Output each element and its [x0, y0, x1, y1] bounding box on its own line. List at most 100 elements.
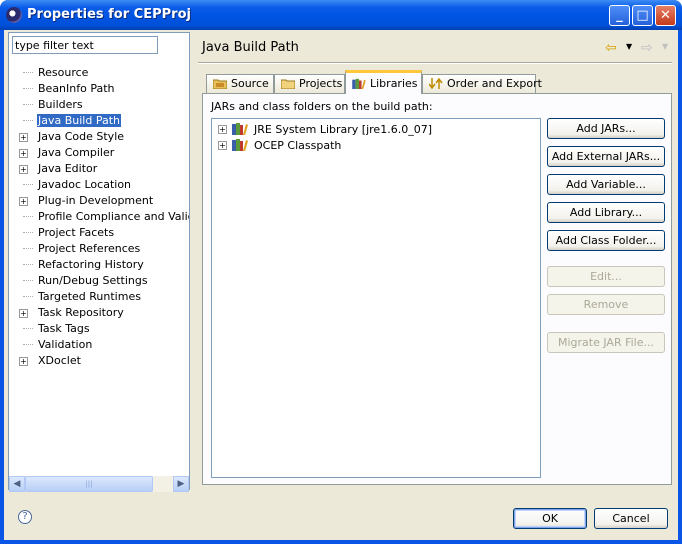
tree-item-label: Task Tags	[38, 322, 90, 335]
tab-label: Libraries	[370, 77, 418, 90]
expand-icon[interactable]: +	[19, 149, 28, 158]
library-tree[interactable]: + JRE System Library [jre1.6.0_07] + OCEP C…	[211, 118, 541, 478]
help-icon[interactable]: ?	[18, 510, 32, 524]
expand-icon[interactable]: +	[19, 197, 28, 206]
tree-item-label: Refactoring History	[38, 258, 144, 271]
filter-input[interactable]	[12, 36, 158, 54]
tree-item[interactable]: Java Build Path	[9, 113, 189, 129]
tree-item[interactable]: Task Tags	[9, 321, 189, 337]
tree-item[interactable]: BeanInfo Path	[9, 81, 189, 97]
tree-connector	[23, 248, 33, 249]
tree-item-label: Run/Debug Settings	[38, 274, 148, 287]
window-title: Properties for CEPProj	[27, 7, 191, 22]
expand-icon[interactable]: +	[218, 141, 227, 150]
tree-item[interactable]: Javadoc Location	[9, 177, 189, 193]
tree-item[interactable]: Project References	[9, 241, 189, 257]
add-jars-button[interactable]: Add JARs...	[547, 118, 665, 139]
tree-connector	[23, 104, 33, 105]
tab-source[interactable]: Source	[206, 74, 274, 93]
tree-connector	[23, 120, 33, 121]
tree-item[interactable]: + Plug-in Development	[9, 193, 189, 209]
add-class-folder-button[interactable]: Add Class Folder...	[547, 230, 665, 251]
back-dropdown-icon[interactable]: ▼	[626, 42, 632, 51]
expand-icon[interactable]: +	[19, 357, 28, 366]
tree-item[interactable]: Validation	[9, 337, 189, 353]
scroll-left-icon[interactable]: ◀	[9, 476, 25, 492]
tree-item[interactable]: Project Facets	[9, 225, 189, 241]
tree-connector	[23, 216, 33, 217]
page-title: Java Build Path	[202, 40, 299, 55]
tree-item[interactable]: Refactoring History	[9, 257, 189, 273]
tab-projects[interactable]: Projects	[274, 74, 345, 93]
library-label: JRE System Library [jre1.6.0_07]	[254, 123, 432, 136]
tree-item[interactable]: + Java Code Style	[9, 129, 189, 145]
tree-item[interactable]: Targeted Runtimes	[9, 289, 189, 305]
maximize-button[interactable]: □	[632, 5, 653, 26]
tree-item[interactable]: Builders	[9, 97, 189, 113]
tree-item-label: Project References	[38, 242, 141, 255]
preference-navigation: Resource BeanInfo Path Builders Java Build …	[8, 32, 190, 490]
add-library-button[interactable]: Add Library...	[547, 202, 665, 223]
tree-item-label: XDoclet	[38, 354, 81, 367]
tree-item-label: Validation	[38, 338, 93, 351]
libraries-tab-panel: JARs and class folders on the build path…	[202, 93, 672, 485]
title-bar[interactable]: Properties for CEPProj _ □ ✕	[0, 0, 682, 30]
tree-item[interactable]: + XDoclet	[9, 353, 189, 369]
tree-item[interactable]: Profile Compliance and Validatic	[9, 209, 189, 225]
close-button[interactable]: ✕	[655, 5, 676, 26]
tree-item-label: Javadoc Location	[38, 178, 132, 191]
tree-item-label: Resource	[38, 66, 89, 79]
tree-item-label: Plug-in Development	[38, 194, 154, 207]
tree-connector	[23, 72, 33, 73]
library-books-icon	[232, 122, 248, 135]
add-variable-button[interactable]: Add Variable...	[547, 174, 665, 195]
tree-item-label: Targeted Runtimes	[38, 290, 141, 303]
tab-label: Source	[231, 77, 269, 90]
tree-connector	[23, 280, 33, 281]
tree-item-label: Java Code Style	[38, 130, 125, 143]
ok-button[interactable]: OK	[513, 508, 587, 529]
tab-order-and-export[interactable]: Order and Export	[422, 74, 542, 93]
tree-connector	[23, 344, 33, 345]
minimize-button[interactable]: _	[609, 5, 630, 26]
tree-item-label: BeanInfo Path	[38, 82, 115, 95]
tree-connector	[23, 296, 33, 297]
tree-item-label: Builders	[38, 98, 83, 111]
tree-item-label: Java Build Path	[37, 114, 122, 127]
migrate-jar-file-button[interactable]: Migrate JAR File...	[547, 332, 665, 353]
tree-item-label: Java Editor	[38, 162, 98, 175]
tree-item[interactable]: + Task Repository	[9, 305, 189, 321]
scroll-right-icon[interactable]: ▶	[173, 476, 189, 492]
order-export-icon	[429, 77, 447, 90]
back-arrow-icon[interactable]: ⇦	[605, 40, 617, 56]
tree-connector	[23, 184, 33, 185]
properties-window: Properties for CEPProj _ □ ✕ Resource Bea…	[0, 0, 682, 544]
tree-item-label: Task Repository	[38, 306, 124, 319]
tree-connector	[23, 264, 33, 265]
source-folder-icon	[213, 77, 231, 90]
preference-tree: Resource BeanInfo Path Builders Java Build …	[9, 65, 189, 475]
tree-item[interactable]: + Java Compiler	[9, 145, 189, 161]
expand-icon[interactable]: +	[19, 133, 28, 142]
edit-button[interactable]: Edit...	[547, 266, 665, 287]
expand-icon[interactable]: +	[218, 125, 227, 134]
cancel-button[interactable]: Cancel	[594, 508, 668, 529]
forward-arrow-icon[interactable]: ⇨	[641, 40, 653, 56]
tree-connector	[23, 88, 33, 89]
tree-item[interactable]: Run/Debug Settings	[9, 273, 189, 289]
library-books-icon	[232, 138, 248, 151]
tree-item-label: Java Compiler	[38, 146, 115, 159]
expand-icon[interactable]: +	[19, 309, 28, 318]
pane-splitter[interactable]	[190, 30, 194, 492]
eclipse-icon	[6, 7, 22, 23]
tree-item[interactable]: + Java Editor	[9, 161, 189, 177]
library-label: OCEP Classpath	[254, 139, 342, 152]
forward-dropdown-icon[interactable]: ▼	[662, 42, 668, 51]
expand-icon[interactable]: +	[19, 165, 28, 174]
tree-item[interactable]: Resource	[9, 65, 189, 81]
add-external-jars-button[interactable]: Add External JARs...	[547, 146, 665, 167]
scroll-thumb[interactable]: |||	[25, 476, 153, 492]
remove-button[interactable]: Remove	[547, 294, 665, 315]
tab-libraries[interactable]: Libraries	[345, 70, 422, 94]
tree-horizontal-scrollbar[interactable]: ◀ ||| ▶	[9, 476, 189, 492]
